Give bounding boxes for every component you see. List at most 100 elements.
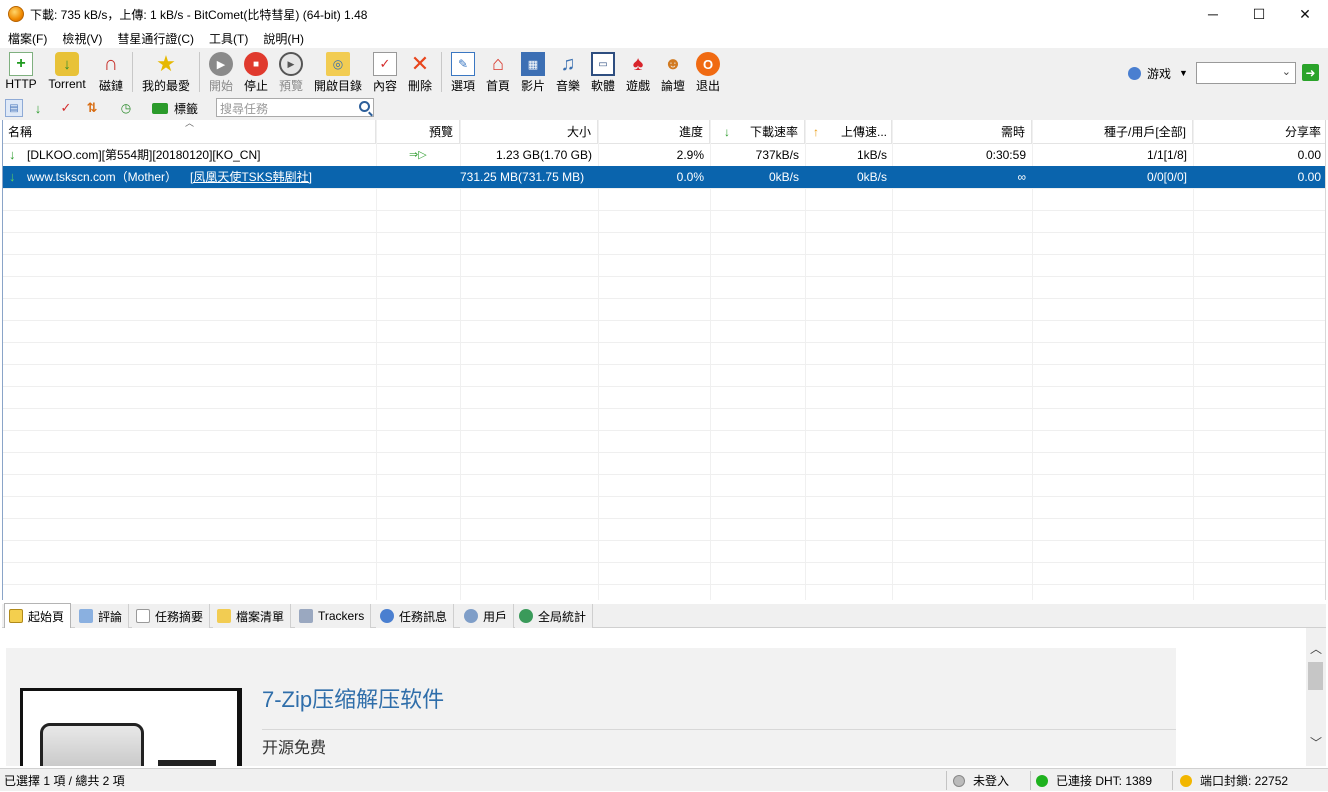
tab-start-page[interactable]: 起始頁 [4,603,72,628]
grid-row-line [3,474,1325,475]
game-dropdown-label: 游戏 [1147,66,1172,81]
menu-view[interactable]: 檢視(V) [54,30,109,47]
add-http-button[interactable]: + HTTP [4,50,38,94]
downloading-filter-button[interactable]: ↓ [29,99,47,117]
address-combobox[interactable]: ⌄ [1196,62,1296,84]
grid-column-line [1193,120,1194,600]
column-header-seeds-peers[interactable]: 種子/用戶[全部] [1032,120,1193,144]
scroll-down-arrow-icon[interactable]: ﹀ [1310,734,1322,751]
window-title: 下載: 735 kB/s，上傳: 1 kB/s - BitComet(比特彗星)… [30,7,368,22]
grid-row-line [3,584,1325,585]
delete-x-icon: ✕ [410,51,430,76]
dht-status[interactable]: 已連接 DHT: 1389 [1036,769,1152,792]
preview-button[interactable]: ▶ 預覽 [276,50,306,94]
delete-button[interactable]: ✕ 刪除 [405,50,435,94]
task-upload-speed: 0kB/s [856,170,887,184]
task-download-speed: 737kB/s [755,148,799,162]
menu-comet-pass[interactable]: 彗星通行證(C) [109,30,201,47]
start-button[interactable]: ▶ 開始 [206,50,236,94]
column-header-share-ratio[interactable]: 分享率 [1193,120,1325,144]
magnet-button[interactable]: ∩ 磁鏈 [96,50,126,94]
task-size: 731.25 MB(731.75 MB) [460,170,585,184]
open-directory-button[interactable]: ◎ 開啟目錄 [312,50,364,94]
folder-icon: ◎ [326,52,350,76]
table-row-selected[interactable]: ↓ www.tskscn.com（Mother） [凤凰天使TSKS韩剧社] 7… [3,166,1325,188]
close-button[interactable]: ✕ [1282,0,1328,28]
task-search-input[interactable]: 搜尋任務 [216,98,374,117]
software-button[interactable]: ▭ 軟體 [588,50,618,94]
menu-file[interactable]: 檔案(F) [0,30,54,47]
completed-filter-button[interactable]: ✓ [57,99,75,117]
login-status-icon [953,774,965,787]
tab-trackers[interactable]: Trackers [295,604,372,628]
tab-comments-label: 評論 [98,609,123,624]
magnet-label: 磁鏈 [98,79,123,93]
forum-button[interactable]: ☻ 論壇 [658,50,688,94]
add-torrent-button[interactable]: ↓ Torrent [44,50,90,94]
7zip-logo-block [158,760,216,766]
tags-button[interactable]: 標籤 [152,99,198,117]
games-label: 遊戲 [625,79,650,93]
video-button[interactable]: ▦ 影片 [518,50,548,94]
all-tasks-filter-button[interactable]: ▤ [5,99,23,117]
task-seeds-peers: 0/0[0/0] [1146,170,1187,184]
downloading-arrow-icon: ↓ [9,147,16,162]
search-icon[interactable] [359,101,370,112]
table-row[interactable]: ↓ [DLKOO.com][第554期][20180120][KO_CN] ⇒▷… [3,144,1325,166]
forum-label: 論壇 [660,79,685,93]
grid-row-line [3,364,1325,365]
seeding-filter-button[interactable]: ⇅ [83,99,101,117]
go-arrow-button[interactable]: ➜ [1302,64,1319,81]
column-header-upload-speed-label: 上傳速... [840,125,887,139]
scrollbar-thumb[interactable] [1308,662,1323,690]
games-button[interactable]: ♠ 遊戲 [623,50,653,94]
music-button[interactable]: ♫ 音樂 [553,50,583,94]
tab-task-summary[interactable]: 任務摘要 [132,604,211,628]
preview-play-icon[interactable]: ⇒▷ [409,144,427,166]
menu-bar: 檔案(F) 檢視(V) 彗星通行證(C) 工具(T) 說明(H) [0,28,1328,48]
dht-status-dot-icon [1036,774,1048,787]
ad-title[interactable]: 7-Zip压缩解压软件 [262,682,444,714]
content-scrollbar[interactable]: ︿ ﹀ [1306,628,1326,766]
login-status[interactable]: 未登入 [953,769,1009,792]
exit-button[interactable]: O 退出 [693,50,723,94]
statistics-icon [519,609,533,623]
favorites-button[interactable]: ★ 我的最愛 [140,50,192,94]
tab-comments[interactable]: 評論 [75,604,130,628]
maximize-button[interactable]: ☐ [1236,0,1282,28]
home-button[interactable]: ⌂ 首頁 [483,50,513,94]
user-icon [464,609,478,623]
column-header-download-speed[interactable]: ↓ 下載速率 [710,120,805,144]
ad-panel[interactable]: 7-Zip压缩解压软件 开源免费 [6,648,1176,766]
port-status[interactable]: 端口封鎖: 22752 [1180,769,1288,792]
task-source-link[interactable]: [凤凰天使TSKS韩剧社] [190,166,312,188]
column-header-eta[interactable]: 需時 [892,120,1032,144]
column-header-preview[interactable]: 預覽 [376,120,460,144]
properties-button[interactable]: ✓ 內容 [370,50,400,94]
tab-peers[interactable]: 用戶 [460,604,515,628]
column-header-progress[interactable]: 進度 [598,120,710,144]
summary-check-icon [136,609,150,623]
tab-task-log-label: 任務訊息 [399,609,448,624]
grid-row-line [3,496,1325,497]
game-dropdown[interactable]: 游戏 ▼ [1128,64,1188,82]
scroll-up-arrow-icon[interactable]: ︿ [1310,640,1322,657]
minimize-button[interactable]: ─ [1190,0,1236,28]
tab-task-log[interactable]: 任務訊息 [376,604,455,628]
file-list-icon [217,609,231,623]
menu-help[interactable]: 說明(H) [255,30,311,47]
film-icon: ▦ [521,52,545,76]
preview-icon: ▶ [279,52,303,76]
globe-icon [1128,66,1141,80]
grid-row-line [3,342,1325,343]
options-button[interactable]: ✎ 選項 [448,50,478,94]
stop-button[interactable]: ■ 停止 [241,50,271,94]
scheduler-filter-button[interactable]: ◷ [117,99,135,117]
column-header-upload-speed[interactable]: ↑ 上傳速... [805,120,892,144]
tab-global-statistics[interactable]: 全局統計 [515,604,594,628]
filter-toolbar: ▤ ↓ ✓ ⇅ ◷ 標籤 搜尋任務 [0,96,1328,120]
column-header-size[interactable]: 大小 [460,120,598,144]
menu-tools[interactable]: 工具(T) [201,30,255,47]
grid-row-line [3,298,1325,299]
tab-file-list[interactable]: 檔案清單 [213,604,292,628]
